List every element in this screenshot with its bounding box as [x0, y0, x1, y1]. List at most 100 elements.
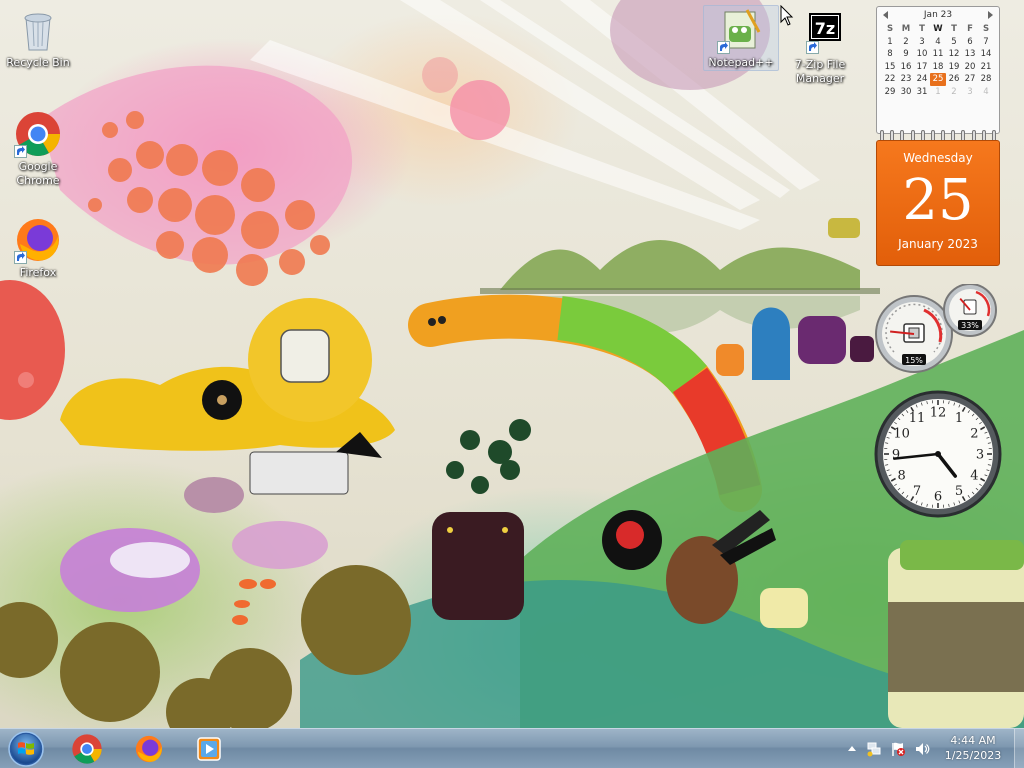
calendar-day[interactable]: 10: [914, 48, 930, 61]
calendar-day[interactable]: 27: [962, 73, 978, 86]
desktop-wallpaper[interactable]: Recycle Bin Google Chrome Firefox Notepa…: [0, 0, 1024, 728]
calendar-day[interactable]: 1: [882, 36, 898, 49]
firefox-icon: [135, 735, 163, 763]
calendar-day[interactable]: 17: [914, 61, 930, 74]
chrome-icon: [72, 734, 102, 764]
clock-numeral: 4: [970, 469, 978, 484]
calendar-day[interactable]: 13: [962, 48, 978, 61]
taskbar-pinned-chrome[interactable]: [58, 731, 116, 767]
shortcut-arrow-icon: [717, 41, 730, 54]
start-button[interactable]: [4, 729, 48, 768]
calendar-day[interactable]: 6: [962, 36, 978, 49]
memory-percent-readout: 33%: [961, 321, 979, 330]
clock-numeral: 3: [976, 448, 984, 463]
clock-numeral: 11: [909, 411, 926, 426]
calendar-weekday-header: T: [919, 24, 925, 34]
show-desktop-button[interactable]: [1014, 729, 1024, 768]
calendar-day-next-month[interactable]: 3: [962, 86, 978, 99]
calendar-day[interactable]: 4: [930, 36, 946, 49]
desktop-icon-label: Firefox: [19, 266, 57, 279]
calendar-day[interactable]: 15: [882, 61, 898, 74]
cpu-meter-gadget[interactable]: 15% 33%: [872, 283, 1002, 374]
desktop-icon-google-chrome[interactable]: Google Chrome: [0, 110, 76, 188]
taskbar-date: 1/25/2023: [944, 749, 1002, 762]
windows-logo-icon: [8, 731, 44, 767]
calendar-day[interactable]: 28: [978, 73, 994, 86]
calendar-grid: S M T W T F S 1 2 3 4 5 6 7 8 9 10 11 12…: [882, 23, 999, 98]
calendar-day[interactable]: 29: [882, 86, 898, 99]
calendar-weekday-header: S: [886, 24, 894, 34]
network-icon[interactable]: [866, 741, 882, 757]
media-player-icon: [197, 737, 221, 761]
taskbar-pinned-media-player[interactable]: [180, 731, 238, 767]
desktop-icon-label-line1: Google: [18, 160, 58, 173]
calendar-day-view[interactable]: Wednesday 25 January 2023: [876, 140, 1000, 266]
clock-numeral: 6: [934, 490, 942, 505]
desktop-icon-firefox[interactable]: Firefox: [0, 216, 76, 280]
calendar-day[interactable]: 14: [978, 48, 994, 61]
svg-text:7z: 7z: [815, 19, 835, 38]
calendar-day[interactable]: 16: [898, 61, 914, 74]
clock-numeral: 7: [913, 484, 921, 499]
desktop-icon-label: Notepad++: [708, 56, 774, 69]
clock-gadget[interactable]: 12 1 2 3 4 5 6 7 8 9 10 11: [872, 388, 1004, 520]
calendar-day[interactable]: 9: [898, 48, 914, 61]
calendar-day[interactable]: 19: [946, 61, 962, 74]
clock-numeral: 1: [955, 411, 963, 426]
show-hidden-icons-arrow[interactable]: [844, 741, 860, 757]
calendar-day-next-month[interactable]: 1: [930, 86, 946, 99]
mouse-cursor-icon: [780, 5, 794, 26]
firefox-icon: [14, 216, 62, 264]
calendar-day[interactable]: 12: [946, 48, 962, 61]
calendar-weekday-header: F: [967, 24, 973, 34]
calendar-day[interactable]: 18: [930, 61, 946, 74]
calendar-day[interactable]: 24: [914, 73, 930, 86]
taskbar: 4:44 AM 1/25/2023: [0, 728, 1024, 768]
calendar-weekday-header: M: [901, 24, 911, 34]
clock-numeral: 10: [893, 427, 910, 442]
calendar-day[interactable]: 23: [898, 73, 914, 86]
calendar-day[interactable]: 2: [898, 36, 914, 49]
desktop-icon-recycle-bin[interactable]: Recycle Bin: [0, 6, 76, 70]
calendar-day-next-month[interactable]: 4: [978, 86, 994, 99]
calendar-day-number: 25: [902, 168, 974, 233]
action-center-flag-icon[interactable]: [890, 741, 906, 757]
calendar-day[interactable]: 31: [914, 86, 930, 99]
shortcut-arrow-icon: [806, 41, 819, 54]
clock-numeral: 2: [970, 427, 978, 442]
calendar-gadget[interactable]: Jan 23 S M T W T F S 1 2 3 4 5 6 7 8 9 1…: [876, 6, 1000, 266]
clock-numeral: 8: [897, 469, 905, 484]
calendar-day-next-month[interactable]: 2: [946, 86, 962, 99]
calendar-day[interactable]: 3: [914, 36, 930, 49]
shortcut-arrow-icon: [14, 145, 27, 158]
calendar-weekday-header: W: [933, 24, 943, 34]
calendar-day-today[interactable]: 25: [930, 73, 946, 86]
calendar-day[interactable]: 11: [930, 48, 946, 61]
calendar-next-month-arrow-icon[interactable]: [988, 11, 993, 19]
calendar-day[interactable]: 20: [962, 61, 978, 74]
notepad-plus-plus-icon: [717, 6, 765, 54]
desktop-icon-label-line2: Chrome: [16, 174, 60, 187]
recycle-bin-icon: [14, 6, 62, 54]
calendar-day[interactable]: 21: [978, 61, 994, 74]
volume-icon[interactable]: [914, 741, 930, 757]
calendar-day[interactable]: 26: [946, 73, 962, 86]
clock-numeral: 9: [892, 448, 900, 463]
calendar-day[interactable]: 8: [882, 48, 898, 61]
calendar-day[interactable]: 30: [898, 86, 914, 99]
calendar-day[interactable]: 22: [882, 73, 898, 86]
clock-numeral: 12: [930, 406, 947, 421]
desktop-icon-label: Recycle Bin: [6, 56, 70, 69]
calendar-day[interactable]: 7: [978, 36, 994, 49]
cpu-percent-readout: 15%: [905, 356, 923, 365]
desktop-icon-notepad-plus-plus[interactable]: Notepad++: [703, 5, 779, 71]
taskbar-clock[interactable]: 4:44 AM 1/25/2023: [934, 733, 1012, 763]
taskbar-pinned-firefox[interactable]: [120, 731, 178, 767]
desktop-icon-label-line2: Manager: [795, 72, 845, 85]
calendar-weekday: Wednesday: [903, 151, 973, 165]
calendar-day[interactable]: 5: [946, 36, 962, 49]
calendar-month-label: Jan 23: [923, 10, 953, 20]
calendar-weekday-header: S: [982, 24, 990, 34]
calendar-prev-month-arrow-icon[interactable]: [883, 11, 888, 19]
calendar-month-view[interactable]: Jan 23 S M T W T F S 1 2 3 4 5 6 7 8 9 1…: [876, 6, 1000, 134]
